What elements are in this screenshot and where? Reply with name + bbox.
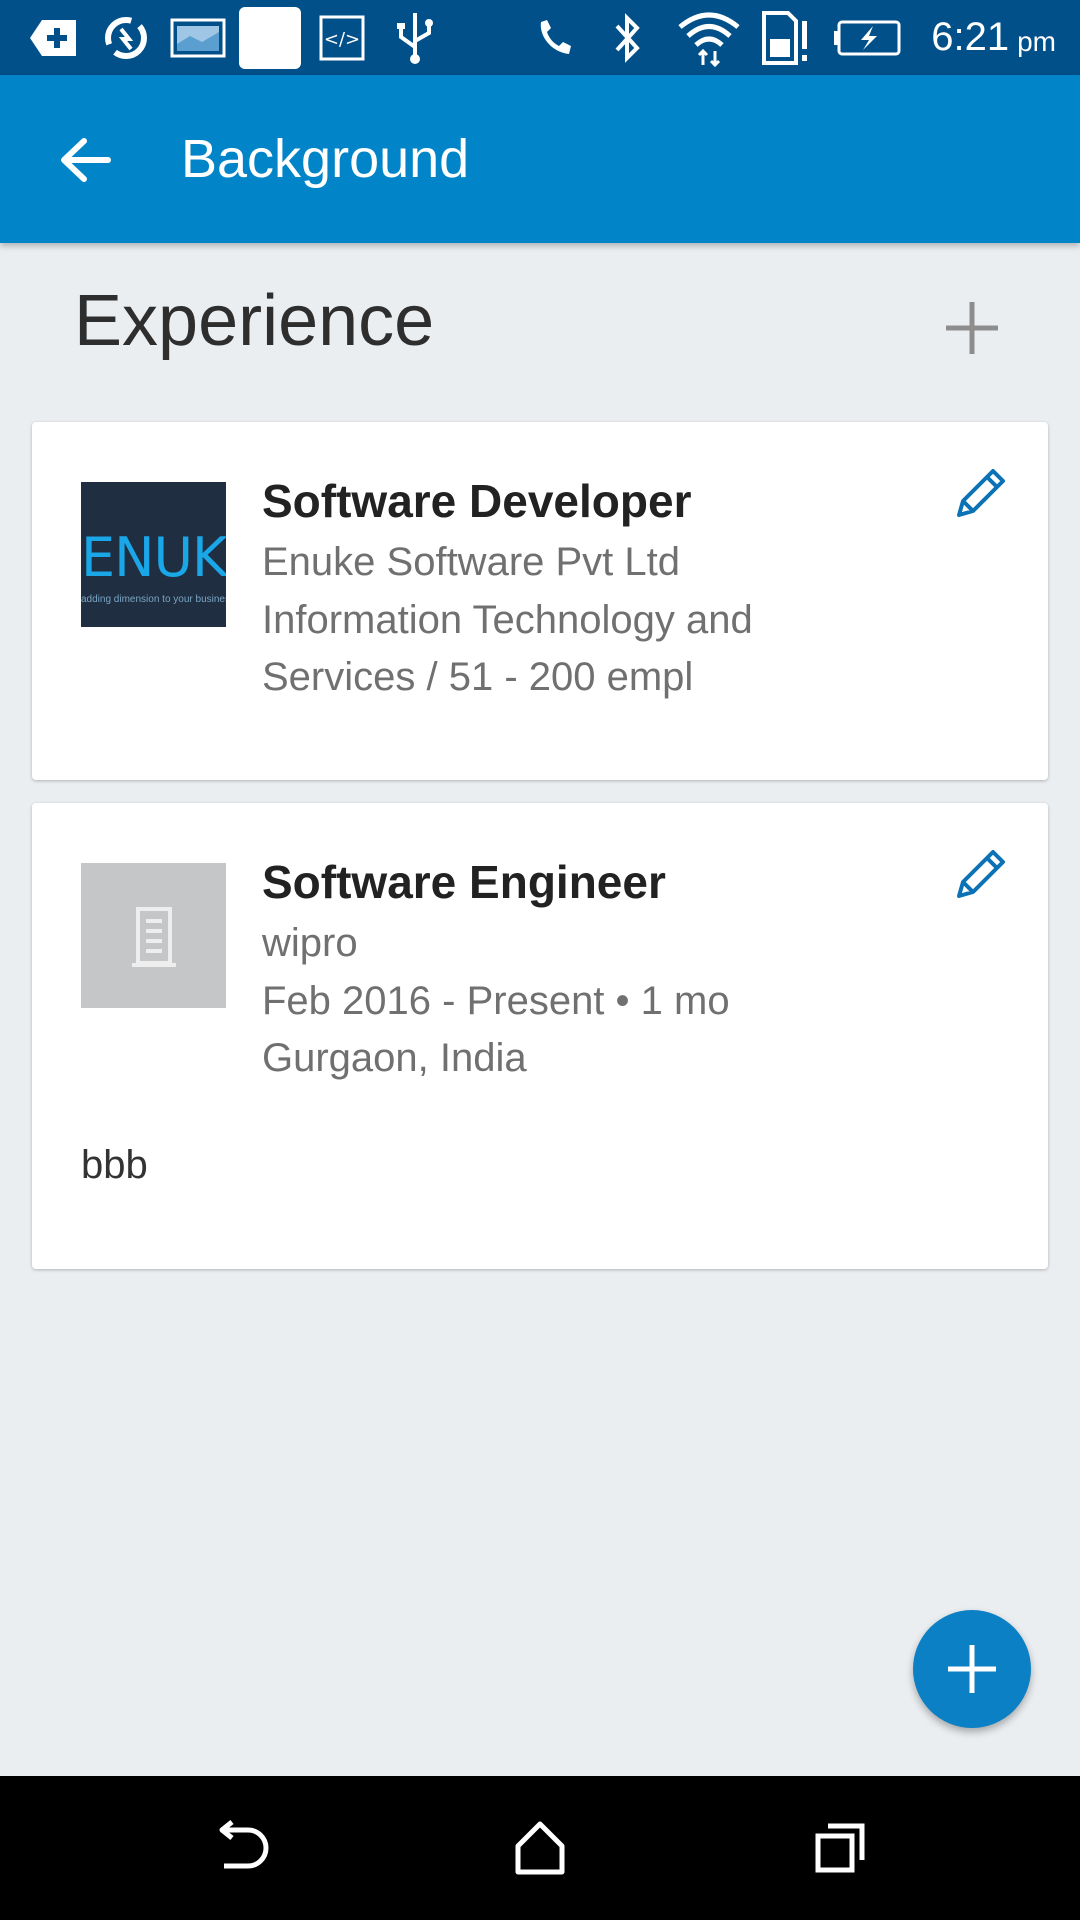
page-title: Background [181,129,470,189]
job-title: Software Developer [262,475,692,527]
blank-icon [238,0,302,75]
company-logo [81,863,226,1008]
job-description: bbb [81,1143,148,1187]
nav-recents-button[interactable] [790,1798,890,1898]
recents-icon [815,1823,865,1873]
edit-button[interactable] [946,839,1016,909]
company-name: wipro [262,921,358,965]
back-icon [219,1820,269,1869]
company-logo: ENUKE adding dimension to your business [81,482,226,627]
clock: 6:21 pm [931,0,1056,75]
nav-back-button[interactable] [190,1798,290,1898]
add-box-icon [26,0,82,75]
svg-text:</>: </> [324,29,360,50]
clock-ampm: pm [1017,25,1056,57]
job-location: Gurgaon, India [262,1036,527,1080]
usb-icon [390,0,440,75]
plus-icon [948,1645,996,1693]
battery-charging-icon [832,0,904,75]
pencil-icon [957,850,1005,898]
section-title: Experience [74,281,435,361]
phone-icon [530,0,580,75]
nav-home-button[interactable] [490,1798,590,1898]
company-name: Enuke Software Pvt Ltd [262,540,681,584]
arrow-back-icon [61,138,111,182]
logo-brand: ENUKE [81,526,226,589]
edit-button[interactable] [946,458,1016,528]
back-button[interactable] [50,125,120,195]
job-detail-line: Information Technology and [262,598,753,642]
job-detail-line: Services / 51 - 200 empl [262,655,694,699]
plus-icon [946,302,998,354]
experience-card[interactable]: ENUKE adding dimension to your business … [32,422,1048,780]
job-dates: Feb 2016 - Present • 1 mo [262,979,730,1023]
home-icon [515,1821,565,1875]
job-title: Software Engineer [262,856,666,908]
status-bar: </> 6:21 pm [0,0,1080,75]
experience-card[interactable]: Software Engineer wipro Feb 2016 - Prese… [32,803,1048,1269]
building-icon [131,906,176,967]
system-nav-bar [0,1776,1080,1920]
code-icon: </> [316,0,368,75]
clock-time: 6:21 [931,15,1010,59]
add-fab-button[interactable] [913,1610,1031,1728]
pencil-icon [957,469,1005,517]
app-bar: Background [0,75,1080,243]
bluetooth-icon [602,0,652,75]
wifi-icon [674,0,744,75]
logo-tagline: adding dimension to your business [81,594,226,605]
sync-icon [98,0,154,75]
sim-card-icon [758,0,814,75]
add-experience-button[interactable] [932,288,1012,368]
photo-icon [168,0,228,75]
